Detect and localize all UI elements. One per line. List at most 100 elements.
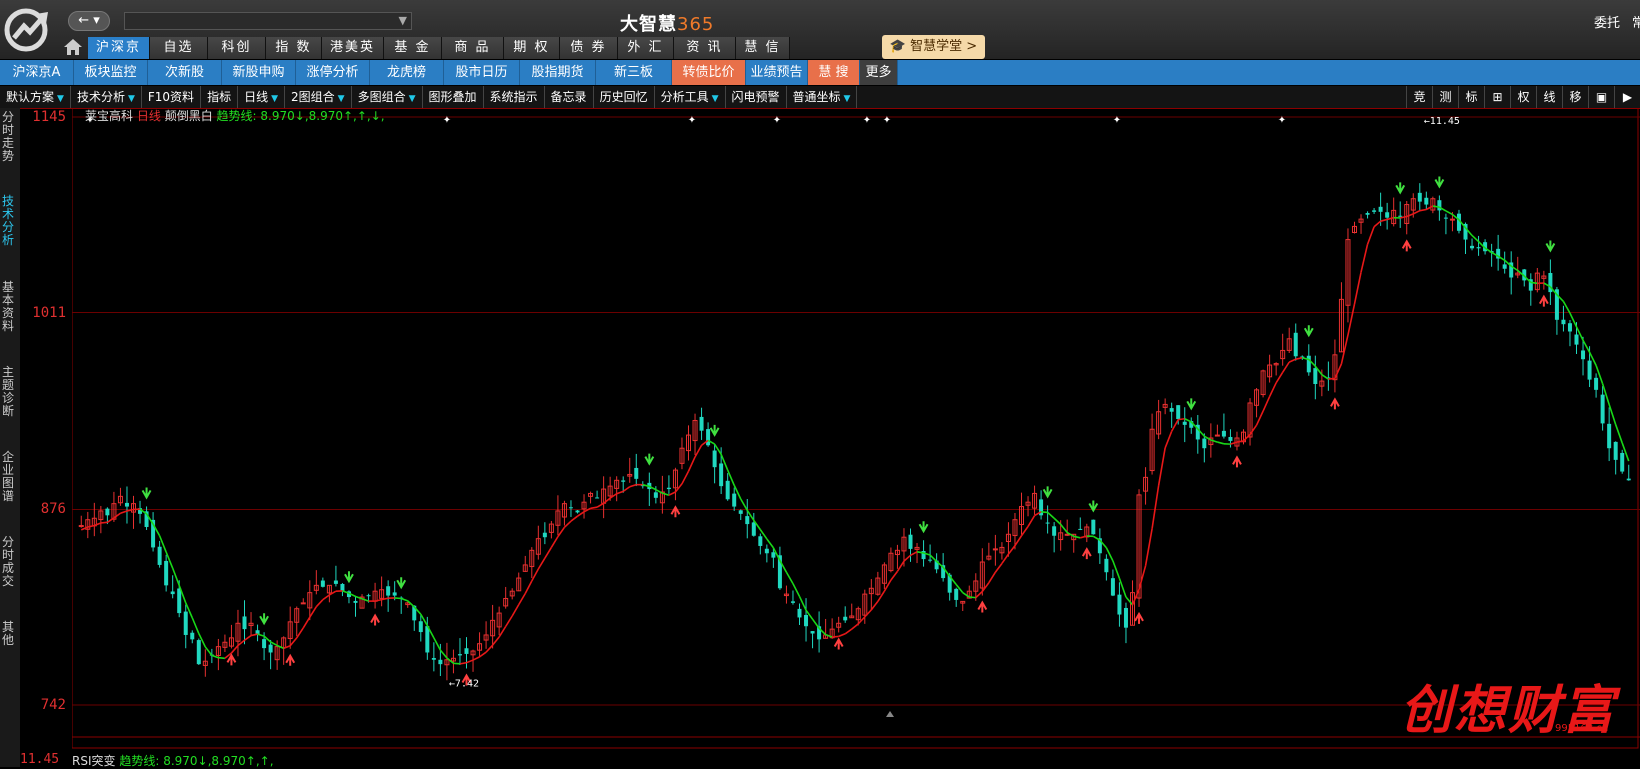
sub-nav-item[interactable]: 次新股 [148,60,222,85]
sub-nav-item[interactable]: 新三板 [596,60,672,85]
candle-body [171,591,175,594]
toolbar-item[interactable]: 2图组合▼ [285,86,352,108]
dropdown-arrow-icon[interactable]: ▼ [409,94,416,104]
dropdown-arrow-icon[interactable]: ▼ [128,94,135,104]
trend-line-segment [499,627,506,638]
main-nav-item[interactable]: 商 品⋮ [442,37,504,59]
toolbar-item[interactable]: 历史回忆 [594,86,655,108]
xuetang-button[interactable]: 🎓 智慧学堂 > [882,35,985,59]
sub-nav-item[interactable]: 板块监控 [74,60,148,85]
candle-body [713,451,717,468]
toolbar-right-button[interactable]: 测 [1432,86,1458,108]
weituo-button[interactable]: 委托 [1594,12,1620,31]
sub-nav-item[interactable]: 转债比价 [672,60,746,85]
toolbar-right-button[interactable]: 权 [1510,86,1536,108]
trend-line-segment [1263,397,1270,412]
main-nav-item[interactable]: 债 券 [560,37,618,59]
trend-line-segment [538,558,545,569]
toolbar-item[interactable]: 技术分析▼ [71,86,142,108]
candle-body [791,601,795,603]
toolbar-item[interactable]: 默认方案▼ [0,86,71,108]
main-nav-item[interactable]: 基 金 [384,37,442,59]
toolbar-item[interactable]: 分析工具▼ [655,86,726,108]
toolbar-item[interactable]: 指标 [201,86,238,108]
left-tab[interactable]: 分时成交 [0,536,16,588]
toolbar-item[interactable]: 系统指示 [484,86,545,108]
candle-body [1104,559,1108,572]
main-nav-item[interactable]: 指 数 [266,37,322,59]
sub-nav-item[interactable]: 新股申购 [222,60,296,85]
toolbar-right-button[interactable]: 标 [1458,86,1484,108]
sub-nav-item[interactable]: 股市日历 [444,60,520,85]
trend-line-segment [604,498,611,503]
main-nav-item[interactable]: 自选股 [150,37,208,59]
left-tab[interactable]: 主题诊断 [0,366,16,418]
search-input[interactable]: ▼ [124,12,412,30]
toolbar-item[interactable]: 多图组合▼ [352,86,423,108]
trend-line-segment [551,537,558,548]
event-marker: ✦ [1278,115,1286,126]
candle-body [1183,422,1187,425]
toolbar-item[interactable]: 闪电预警 [726,86,787,108]
trend-line-segment [88,526,95,527]
dropdown-arrow-icon[interactable]: ▼ [57,94,64,104]
toolbar-item[interactable]: F10资料 [142,86,201,108]
candle-body [301,603,305,604]
left-tab[interactable]: 技术分析 [0,195,16,247]
trend-line-segment [623,487,630,492]
y-tick-label: 742 [41,697,66,713]
buy-signal-arrow [286,656,294,666]
candle-body [1111,578,1115,595]
sub-nav-item[interactable]: 慧 搜 [808,60,860,85]
trend-line-segment [493,637,500,645]
event-marker: ✦ [1113,115,1121,126]
stock-name: 莱宝高科 [85,109,133,123]
dropdown-arrow-icon[interactable]: ▼ [271,94,278,104]
chevron-down-icon[interactable]: ▼ [399,14,407,27]
toolbar-right-button[interactable]: ⊞ [1484,86,1510,108]
sub-nav-item[interactable]: 股指期货 [520,60,596,85]
dropdown-arrow-icon[interactable]: ▼ [338,94,345,104]
trend-line-segment [480,652,487,657]
toolbar-label: F10资料 [148,90,194,104]
dropdown-arrow-icon[interactable]: ▼ [712,94,719,104]
toolbar-item[interactable]: 普通坐标▼ [787,86,858,108]
main-nav-item[interactable]: 资 讯⋮ [674,37,736,59]
left-tab[interactable]: 企业图谱 [0,451,16,503]
sub-nav-item[interactable]: 涨停分析 [296,60,370,85]
sub-nav-item[interactable]: 沪深京A [0,60,74,85]
trend-line-segment [1361,244,1368,272]
main-nav-label: 基 金 [394,40,430,55]
sub-nav-item[interactable]: 业绩预告 [746,60,808,85]
trend-line-segment [519,594,526,605]
toolbar-right-button[interactable]: 移 [1562,86,1588,108]
toolbar-right-button[interactable]: ▣ [1588,86,1614,108]
toolbar-item[interactable]: 日线▼ [238,86,285,108]
main-nav-item[interactable]: 期 权 [504,37,560,59]
kline-chart[interactable]: ✦✦✦✦✦✦✦✦←11.45←7.42 [72,108,1640,754]
toolbar-label: 闪电预警 [732,90,780,104]
back-button[interactable]: ← ▾ [68,11,110,31]
toolbar-right-button[interactable]: 竞 [1406,86,1432,108]
main-nav-item[interactable]: 港美英⋮ [322,37,384,59]
main-nav-item[interactable]: 慧 信 [736,37,790,59]
left-tab[interactable]: 基本资料 [0,281,16,333]
left-tab[interactable]: 分时走势 [0,111,16,163]
toolbar-label: 技术分析 [77,90,125,104]
toolbar-item[interactable]: 图形叠加 [423,86,484,108]
toolbar-item[interactable]: 备忘录 [545,86,594,108]
home-icon[interactable] [62,38,84,56]
top-right-cut-label[interactable]: 常 [1632,12,1640,31]
sub-nav-item[interactable]: 更多 [860,60,898,85]
main-nav-item[interactable]: 科创板 [208,37,266,59]
dropdown-arrow-icon[interactable]: ▼ [844,94,851,104]
main-nav-label: 港美英 [330,40,375,55]
candle-body [393,592,397,595]
buy-signal-arrow [671,507,679,517]
main-nav-item[interactable]: 外 汇 [618,37,674,59]
sub-nav-item[interactable]: 龙虎榜 [370,60,444,85]
toolbar-right-button[interactable]: ▶ [1614,86,1640,108]
main-nav-item[interactable]: 沪深京⋮ [88,37,150,59]
left-tab[interactable]: 其他 [0,621,16,647]
toolbar-right-button[interactable]: 线 [1536,86,1562,108]
